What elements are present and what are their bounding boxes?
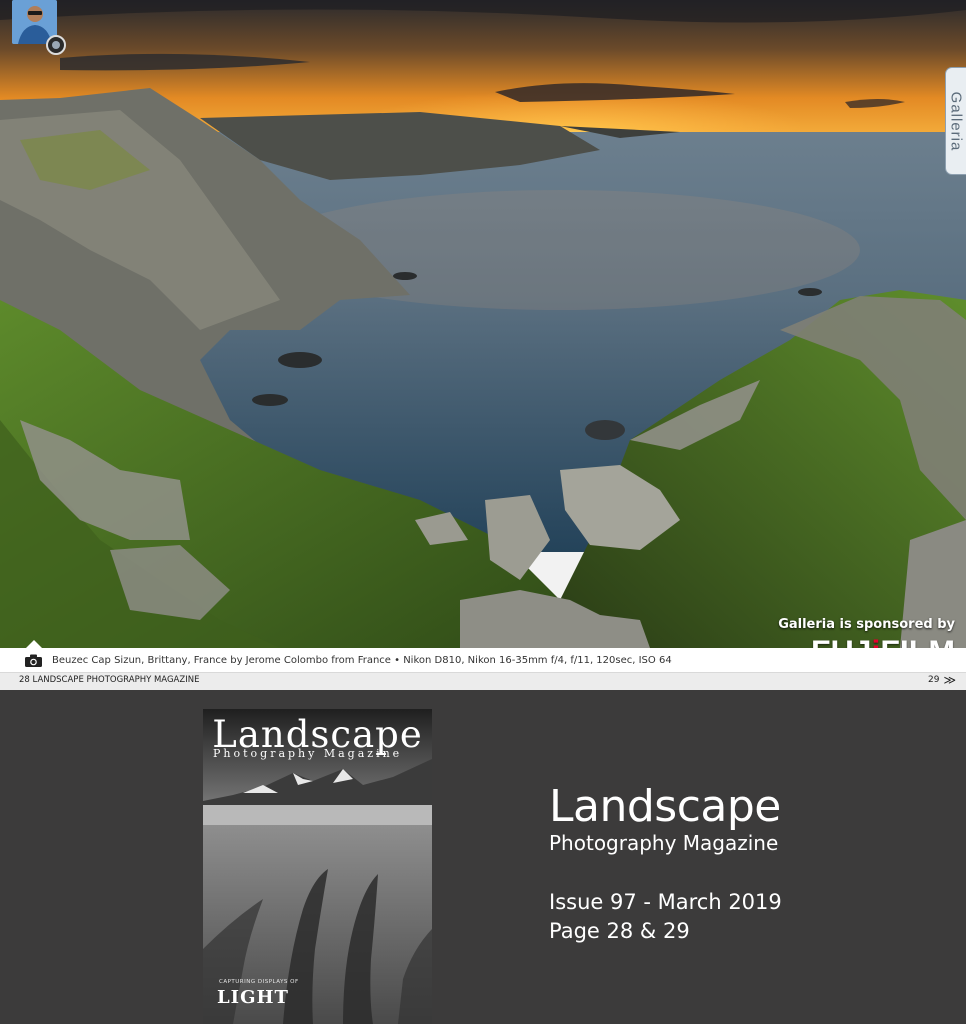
galleria-tab[interactable]: Galleria xyxy=(945,67,966,175)
footer-next-page[interactable]: 29 ≫ xyxy=(928,674,956,686)
cover-subtitle: Photography Magazine xyxy=(213,747,403,760)
home-icon[interactable] xyxy=(26,640,42,648)
cliff-sunset-illustration xyxy=(0,0,966,648)
magazine-cover[interactable]: Landscape Photography Magazine CAPTURING… xyxy=(203,709,432,1024)
chevron-double-right-icon[interactable]: ≫ xyxy=(943,674,956,686)
page-footer: 28 LANDSCAPE PHOTOGRAPHY MAGAZINE 29 ≫ xyxy=(0,672,966,690)
magazine-spread: Galleria Galleria is sponsored by FUJiFI… xyxy=(0,0,966,690)
landscape-photo xyxy=(0,0,966,648)
magazine-pages: Page 28 & 29 xyxy=(549,919,690,943)
magazine-info: Landscape Photography Magazine Issue 97 … xyxy=(549,780,782,946)
cover-tagline: CAPTURING DISPLAYS OF xyxy=(219,979,299,985)
camera-icon xyxy=(25,654,42,667)
photo-caption-bar: Beuzec Cap Sizun, Brittany, France by Je… xyxy=(0,648,966,672)
magazine-issue: Issue 97 - March 2019 xyxy=(549,890,782,914)
footer-left-page: 28 LANDSCAPE PHOTOGRAPHY MAGAZINE xyxy=(19,675,200,685)
sponsor-text: Galleria is sponsored by xyxy=(778,617,955,632)
magazine-title: Landscape xyxy=(549,781,781,832)
magazine-subtitle: Photography Magazine xyxy=(549,831,779,855)
photo-caption: Beuzec Cap Sizun, Brittany, France by Je… xyxy=(52,654,672,666)
footer-right-page: 29 xyxy=(927,675,940,685)
camera-badge-icon xyxy=(46,35,66,55)
cover-headline: LIGHT xyxy=(217,987,289,1008)
galleria-tab-label: Galleria xyxy=(947,91,965,151)
